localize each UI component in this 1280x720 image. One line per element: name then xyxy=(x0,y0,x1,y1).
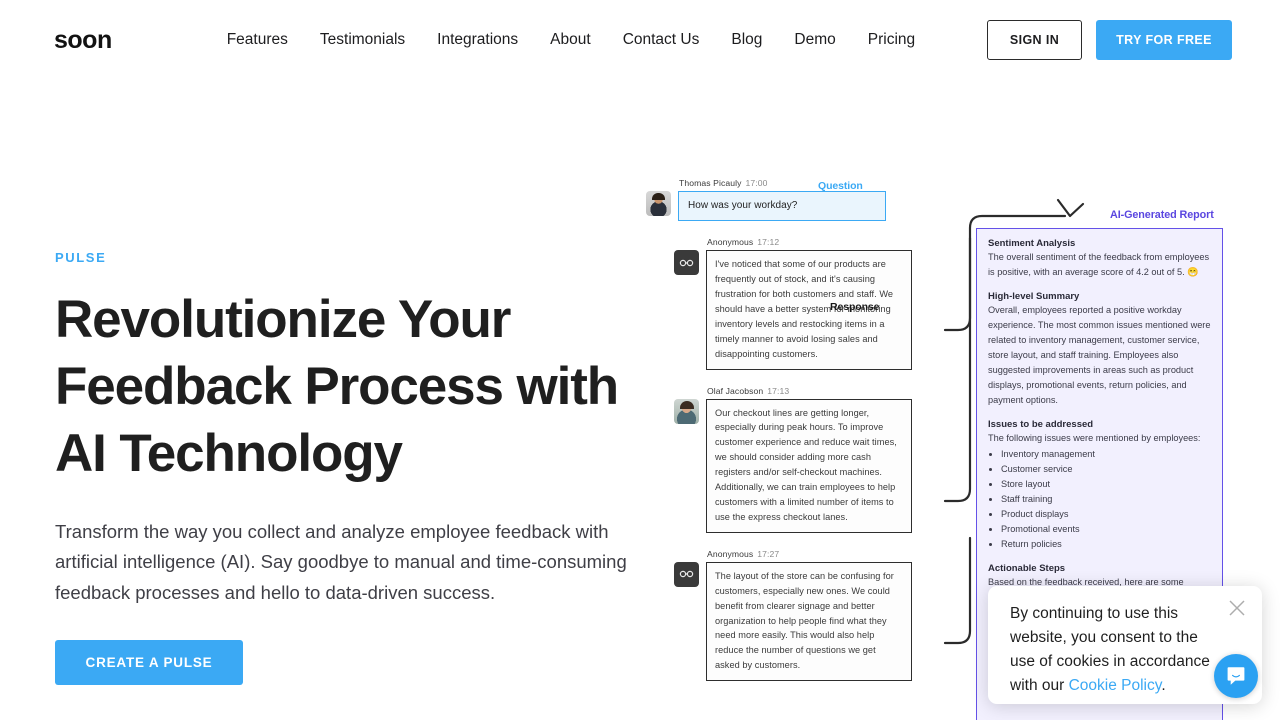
try-for-free-button[interactable]: TRY FOR FREE xyxy=(1096,20,1232,60)
report-sentiment-body: The overall sentiment of the feedback fr… xyxy=(988,252,1210,277)
create-a-pulse-button[interactable]: CREATE A PULSE xyxy=(55,639,243,685)
list-item: Promotional events xyxy=(1001,522,1211,537)
message-author: Olaf Jacobson xyxy=(707,385,764,396)
response-tag: Response xyxy=(830,301,880,314)
cookie-consent-text: By continuing to use this website, you c… xyxy=(1010,602,1218,698)
message-bubble: How was your workday? xyxy=(678,191,886,222)
avatar xyxy=(674,398,699,424)
report-issues-intro: The following issues were mentioned by e… xyxy=(988,433,1201,443)
message-bubble: Our checkout lines are getting longer, e… xyxy=(706,398,912,533)
report-summary-body: Overall, employees reported a positive w… xyxy=(988,305,1211,405)
message-bubble: The layout of the store can be confusing… xyxy=(706,561,912,682)
chat-thread: Question Thomas Picauly 17:00 How was you… xyxy=(646,178,946,682)
close-icon[interactable] xyxy=(1228,599,1246,617)
report-issues-heading: Issues to be addressed xyxy=(988,419,1094,430)
nav-link-blog[interactable]: Blog xyxy=(715,31,778,49)
chat-bubble-icon xyxy=(1227,667,1245,685)
glasses-icon xyxy=(679,571,694,578)
nav-links: Features Testimonials Integrations About… xyxy=(211,31,931,49)
list-item: Return policies xyxy=(1001,537,1211,552)
nav-link-testimonials[interactable]: Testimonials xyxy=(304,31,421,49)
nav-link-features[interactable]: Features xyxy=(211,31,304,49)
message-time: 17:12 xyxy=(757,237,780,248)
message-meta: Thomas Picauly 17:00 xyxy=(646,178,946,188)
message-author: Anonymous xyxy=(707,237,754,248)
avatar xyxy=(674,250,699,276)
message-meta: Anonymous 17:27 xyxy=(674,549,946,559)
ai-report-tag: AI-Generated Report xyxy=(1110,209,1214,221)
chat-message-response-1: Response Anonymous 17:12 I've noticed tha… xyxy=(646,237,946,370)
avatar xyxy=(646,191,671,216)
glasses-icon xyxy=(679,259,694,266)
report-actions-heading: Actionable Steps xyxy=(988,563,1066,574)
navbar: soon Features Testimonials Integrations … xyxy=(0,0,1280,80)
cookie-policy-link[interactable]: Cookie Policy xyxy=(1069,677,1162,694)
landing-page: soon Features Testimonials Integrations … xyxy=(0,0,1280,720)
hero-eyebrow: PULSE xyxy=(55,250,107,265)
message-author: Thomas Picauly xyxy=(679,178,742,188)
avatar xyxy=(674,561,699,587)
chat-message-question: Question Thomas Picauly 17:00 How was you… xyxy=(646,178,946,222)
cookie-text-after: . xyxy=(1161,677,1166,695)
message-meta: Olaf Jacobson 17:13 xyxy=(674,386,946,396)
list-item: Product displays xyxy=(1001,507,1211,522)
list-item: Store layout xyxy=(1001,477,1211,492)
message-meta: Anonymous 17:12 xyxy=(674,237,946,247)
sign-in-button[interactable]: SIGN IN xyxy=(987,20,1082,60)
message-time: 17:00 xyxy=(745,178,768,188)
list-item: Inventory management xyxy=(1001,447,1211,462)
message-author: Anonymous xyxy=(707,548,754,559)
message-time: 17:27 xyxy=(757,548,780,559)
nav-link-contact-us[interactable]: Contact Us xyxy=(607,31,716,49)
report-issues-list: Inventory management Customer service St… xyxy=(1001,447,1211,552)
question-tag: Question xyxy=(818,180,863,192)
nav-actions: SIGN IN TRY FOR FREE xyxy=(987,20,1232,60)
report-summary-heading: High-level Summary xyxy=(988,291,1080,302)
brand-logo[interactable]: soon xyxy=(54,27,112,53)
nav-link-demo[interactable]: Demo xyxy=(778,31,851,49)
list-item: Staff training xyxy=(1001,492,1211,507)
nav-link-integrations[interactable]: Integrations xyxy=(421,31,534,49)
hero-subtitle: Transform the way you collect and analyz… xyxy=(55,521,627,603)
list-item: Customer service xyxy=(1001,462,1211,477)
report-sentiment-heading: Sentiment Analysis xyxy=(988,238,1076,249)
nav-link-pricing[interactable]: Pricing xyxy=(852,31,931,49)
message-time: 17:13 xyxy=(767,385,790,396)
nav-link-about[interactable]: About xyxy=(534,31,607,49)
chat-widget-button[interactable] xyxy=(1214,654,1258,698)
hero-section: PULSE Revolutionize Your Feedback Proces… xyxy=(55,250,655,685)
chat-message-response-3: Response Anonymous17:27 The layout of th… xyxy=(646,549,946,682)
page-title: Revolutionize Your Feedback Process with… xyxy=(55,290,619,483)
chat-message-response-2: Response Olaf Jacobson17:13 Our checkout… xyxy=(646,386,946,630)
message-bubble: I've noticed that some of our products a… xyxy=(706,250,912,370)
